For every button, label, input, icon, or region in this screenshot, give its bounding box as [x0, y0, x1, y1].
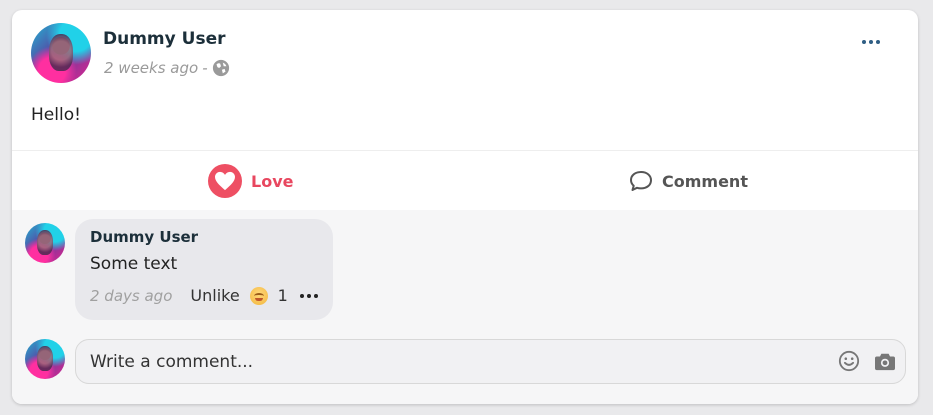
post-meta: 2 weeks ago -	[104, 59, 230, 77]
meta-separator: -	[202, 59, 208, 77]
commenter-name[interactable]: Dummy User	[90, 228, 198, 246]
camera-icon[interactable]	[874, 351, 896, 371]
post-options-icon[interactable]	[858, 33, 884, 51]
comment-time[interactable]: 2 days ago	[90, 287, 172, 305]
globe-icon	[212, 59, 229, 77]
comment-input[interactable]	[75, 339, 906, 384]
post-card: Dummy User 2 weeks ago - Hello! Love Com…	[12, 10, 918, 404]
comment-text: Some text	[90, 254, 178, 274]
unlike-button[interactable]: Unlike	[190, 286, 239, 305]
comment-icon	[630, 171, 652, 191]
author-name[interactable]: Dummy User	[103, 29, 225, 49]
comment-label: Comment	[662, 171, 748, 191]
author-avatar[interactable]	[31, 23, 91, 83]
love-label: Love	[251, 171, 294, 191]
comments-section: Dummy User Some text 2 days ago Unlike 1	[12, 210, 918, 404]
commenter-avatar[interactable]	[25, 223, 65, 263]
smile-icon[interactable]	[838, 350, 860, 372]
post-time[interactable]: 2 weeks ago	[104, 59, 198, 77]
post-actions: Love Comment	[12, 150, 918, 210]
love-button[interactable]: Love	[208, 151, 293, 211]
post-text: Hello!	[31, 105, 81, 125]
comment-options-icon[interactable]	[299, 293, 318, 298]
comment-button[interactable]: Comment	[629, 151, 748, 211]
current-user-avatar	[25, 339, 65, 379]
grin-emoji-icon[interactable]	[249, 286, 268, 305]
heart-icon	[208, 164, 242, 198]
comment-footer: 2 days ago Unlike 1	[90, 286, 318, 305]
reaction-count[interactable]: 1	[278, 286, 288, 305]
comment-bubble: Dummy User Some text 2 days ago Unlike 1	[75, 219, 333, 320]
